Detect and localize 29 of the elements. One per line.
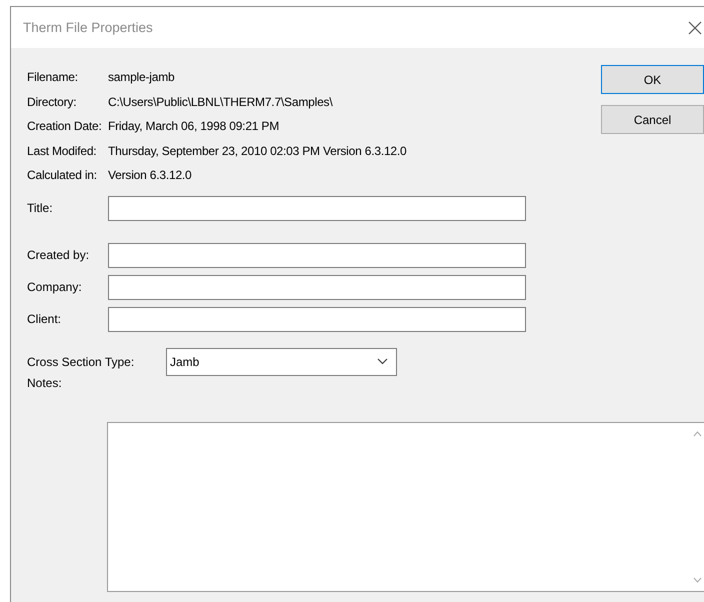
close-icon[interactable] [688, 20, 702, 34]
field-value: sample-jamb [108, 69, 174, 86]
field-label: Directory: [27, 94, 76, 110]
field-label: Cross Section Type: [27, 354, 136, 368]
scroll-up-icon[interactable] [693, 430, 702, 436]
window-title: Therm File Properties [23, 20, 153, 35]
scroll-down-icon[interactable] [693, 576, 702, 582]
cross-section-dropdown[interactable]: Jamb [166, 348, 397, 376]
ok-button[interactable]: OK [601, 65, 704, 94]
field-label: Company: [27, 280, 83, 294]
field-label: Creation Date: [27, 118, 102, 135]
field-label: Last Modifed: [27, 142, 96, 160]
chevron-down-icon [377, 358, 388, 365]
field-label: Client: [27, 312, 62, 326]
field-label: Title: [27, 201, 54, 215]
field-label: Notes: [27, 376, 63, 390]
field-value: Thursday, September 23, 2010 02:03 PM Version 6.3.12.0 [108, 142, 407, 160]
text-field[interactable] [108, 306, 526, 332]
title-field[interactable] [108, 196, 526, 220]
field-value: Version 6.3.12.0 [108, 167, 192, 184]
field-label: Filename: [27, 69, 78, 86]
field-value: Friday, March 06, 1998 09:21 PM [108, 118, 279, 135]
field-label: Calculated in: [27, 167, 97, 184]
field-value: C:\Users\Public\LBNL\THERM7.7\Samples\ [108, 94, 332, 110]
text-field[interactable] [108, 242, 526, 268]
cancel-button[interactable]: Cancel [601, 105, 704, 134]
notes-field[interactable] [107, 422, 704, 592]
field-label: Created by: [27, 248, 90, 262]
text-field[interactable] [108, 274, 526, 300]
